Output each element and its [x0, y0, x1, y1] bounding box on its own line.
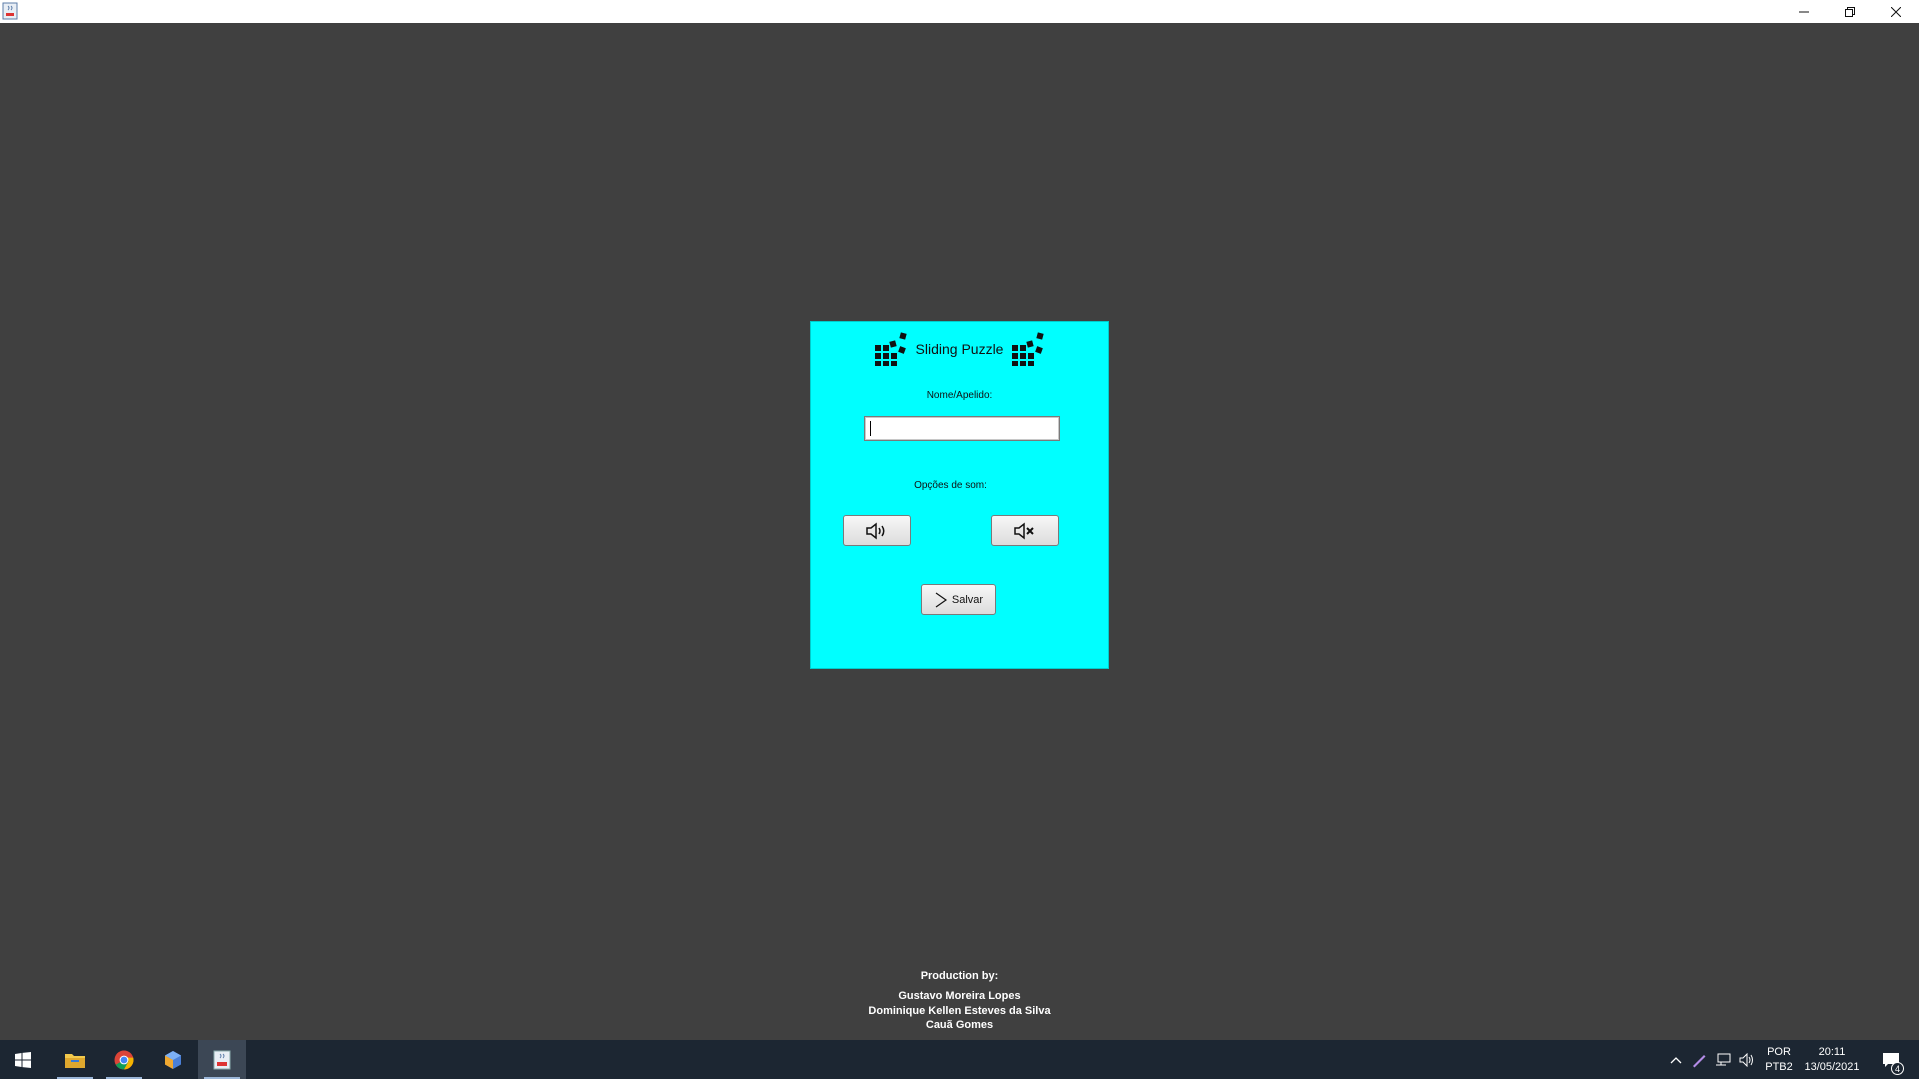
credits-name: Dominique Kellen Esteves da Silva [868, 1005, 1051, 1017]
save-button[interactable]: Salvar [921, 584, 996, 615]
windows-start-icon [15, 1051, 31, 1068]
notification-count-badge: 4 [1891, 1062, 1904, 1075]
network-icon [1716, 1053, 1731, 1065]
speaker-mute-icon [1014, 521, 1034, 540]
input-language-button[interactable]: POR PTB2 [1760, 1040, 1798, 1079]
sound-options-label: Opções de som: [914, 480, 987, 491]
restore-icon [1845, 6, 1855, 17]
login-panel: Sliding Puzzle Nome/Apelido: Opções de s… [810, 321, 1109, 669]
volume-icon [1739, 1052, 1753, 1067]
start-button[interactable] [0, 1040, 46, 1079]
chevron-up-icon [1670, 1056, 1682, 1063]
puzzle-icon [1012, 332, 1045, 366]
minimize-button[interactable] [1781, 0, 1827, 23]
taskbar-file-explorer[interactable] [51, 1040, 99, 1079]
taskbar-box-app[interactable] [149, 1040, 197, 1079]
network-tray-button[interactable] [1712, 1040, 1734, 1079]
name-label: Nome/Apelido: [926, 390, 993, 401]
pen-icon [1693, 1054, 1706, 1067]
taskbar-java-app[interactable] [198, 1040, 246, 1079]
app-title: Sliding Puzzle [915, 341, 1004, 357]
panel-header: Sliding Puzzle [811, 330, 1108, 368]
text-caret [870, 421, 871, 436]
sound-off-button[interactable] [991, 515, 1059, 546]
pen-tray-button[interactable] [1688, 1040, 1710, 1079]
sound-on-button[interactable] [843, 515, 911, 546]
java-app-icon [213, 1050, 231, 1069]
name-input[interactable] [864, 416, 1060, 441]
show-hidden-icons-button[interactable] [1665, 1040, 1687, 1079]
taskbar-chrome[interactable] [100, 1040, 148, 1079]
save-button-label: Salvar [951, 593, 984, 606]
credits-title: Production by: [920, 970, 999, 982]
minimize-icon [1799, 11, 1809, 12]
chrome-icon [114, 1050, 134, 1069]
close-button[interactable] [1873, 0, 1919, 23]
clock-time: 20:11 [1818, 1045, 1846, 1058]
language-code: POR [1767, 1045, 1791, 1058]
clock-date: 13/05/2021 [1804, 1060, 1860, 1073]
keyboard-layout: PTB2 [1765, 1060, 1793, 1073]
credits-name: Gustavo Moreira Lopes [898, 990, 1021, 1002]
file-explorer-icon [65, 1053, 85, 1068]
java-app-icon [2, 2, 18, 20]
window-titlebar [0, 0, 1919, 23]
taskbar: POR PTB2 20:11 13/05/2021 4 [0, 1040, 1919, 1079]
credits-name: Cauã Gomes [925, 1019, 994, 1031]
volume-tray-button[interactable] [1736, 1040, 1758, 1079]
restore-button[interactable] [1827, 0, 1873, 23]
action-center-button[interactable]: 4 [1874, 1040, 1908, 1079]
puzzle-icon [874, 332, 907, 366]
box-app-icon [165, 1050, 181, 1069]
close-icon [1891, 6, 1901, 17]
chevron-right-icon [935, 592, 947, 607]
clock-button[interactable]: 20:11 13/05/2021 [1800, 1040, 1864, 1079]
speaker-on-icon [866, 521, 885, 540]
